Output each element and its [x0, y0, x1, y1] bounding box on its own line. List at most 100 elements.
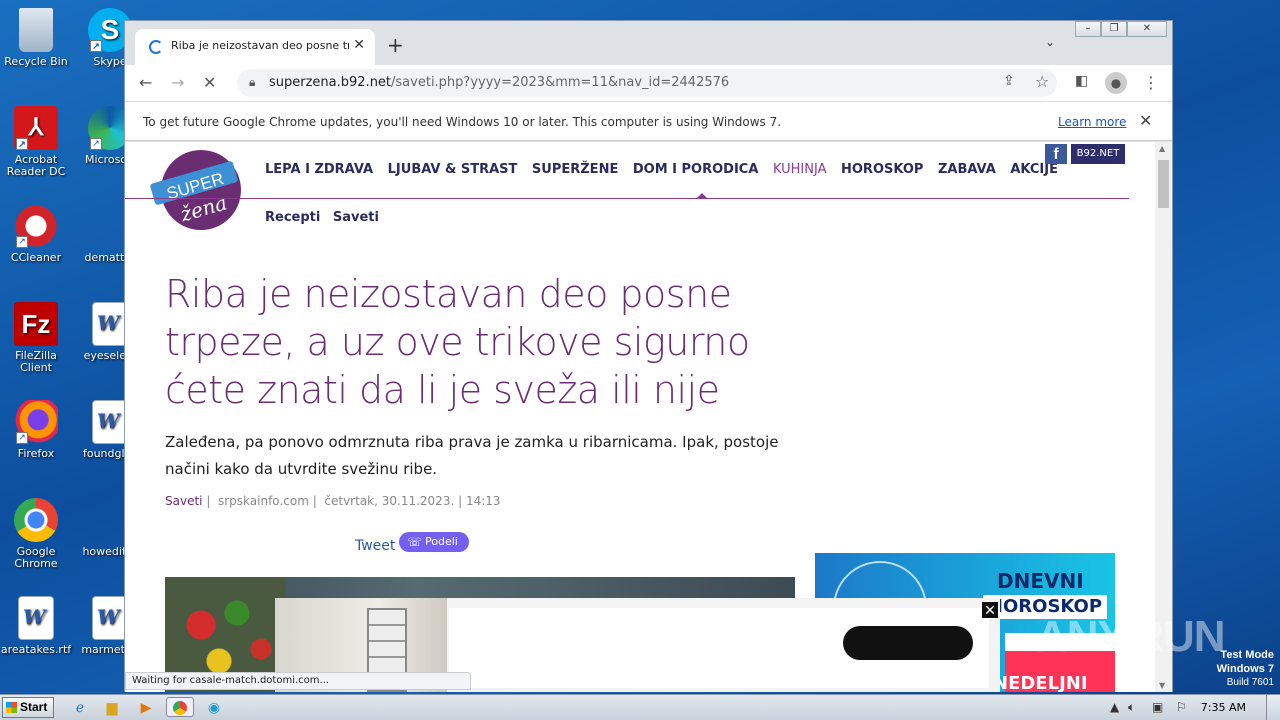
desktop-icon-recycle-bin[interactable]: Recycle Bin: [0, 8, 72, 68]
filezilla-icon: Fz: [14, 302, 58, 346]
restore-button[interactable]: ❐: [1101, 21, 1127, 37]
desktop-icon-acrobat[interactable]: ⅄ ↗ Acrobat Reader DC: [0, 106, 72, 178]
superzena-logo[interactable]: SUPER žena: [149, 146, 245, 230]
infobar-close-icon[interactable]: ✕: [1139, 111, 1152, 130]
tab-search-chevron-icon[interactable]: ⌄: [1045, 35, 1055, 49]
word-document-icon: [92, 400, 128, 444]
acrobat-icon: ⅄ ↗: [14, 106, 58, 150]
nav-active-caret-icon: [697, 193, 707, 198]
horoscope-line3: NEDELJNI: [993, 673, 1088, 692]
recycle-bin-icon: [19, 8, 53, 52]
scroll-down-icon[interactable]: ▼: [1159, 681, 1165, 690]
shortcut-arrow-icon: ↗: [16, 138, 28, 150]
address-bar[interactable]: 🔒︎ superzena.b92.net/saveti.php?yyyy=202…: [237, 69, 1057, 97]
desktop-icon-label: Acrobat Reader DC: [6, 153, 66, 178]
tab-strip: Riba je neizostavan deo posne trpeze ✕ +…: [125, 21, 1172, 65]
close-window-button[interactable]: ✕: [1127, 21, 1167, 37]
ad-close-icon[interactable]: ✕: [981, 601, 999, 619]
taskbar-clock[interactable]: 7:35 AM: [1201, 701, 1246, 714]
ie-icon[interactable]: ℯ: [70, 698, 90, 718]
lock-icon[interactable]: 🔒︎: [249, 75, 255, 90]
start-button[interactable]: Start: [2, 697, 54, 718]
desktop-icon-chrome[interactable]: Google Chrome: [0, 498, 72, 570]
tray-expand-icon[interactable]: ▲: [1110, 700, 1119, 714]
loading-spinner-icon: [149, 40, 163, 54]
windows-test-mode-notice: Test Mode Windows 7 Build 7601: [1217, 648, 1274, 690]
subnav-item-recepti[interactable]: Recepti: [265, 210, 320, 225]
ccleaner-icon: ↗: [14, 204, 58, 248]
share-icon[interactable]: ⇪: [1003, 73, 1015, 89]
subnav-item-saveti[interactable]: Saveti: [333, 210, 379, 225]
desktop-icon-areatakes[interactable]: areatakes.rtf: [0, 596, 72, 656]
horoscope-line1: DNEVNI: [997, 569, 1084, 593]
shortcut-arrow-icon: ↗: [90, 40, 102, 52]
viber-share-button[interactable]: Podeli: [399, 532, 469, 552]
test-mode-text: Test Mode: [1220, 649, 1274, 661]
page-scrollbar[interactable]: ▲ ▼: [1155, 142, 1172, 692]
nav-item-lepa-i-zdrava[interactable]: LEPA I ZDRAVA: [265, 162, 373, 177]
profile-avatar-icon[interactable]: ●: [1105, 72, 1127, 94]
article-category-link[interactable]: Saveti: [165, 494, 203, 508]
url-host: superzena.b92.net: [269, 75, 392, 90]
desktop-icon-filezilla[interactable]: Fz FileZilla Client: [0, 302, 72, 374]
nav-item-superzene[interactable]: SUPERŽENE: [532, 162, 618, 177]
network-icon[interactable]: ▣: [1152, 700, 1163, 714]
tab-active[interactable]: Riba je neizostavan deo posne trpeze ✕: [135, 29, 375, 65]
show-desktop-button[interactable]: [1266, 695, 1280, 720]
volume-icon[interactable]: 🔈︎: [1128, 700, 1135, 715]
word-document-icon: [92, 596, 128, 640]
learn-more-link[interactable]: Learn more: [1058, 115, 1126, 129]
ad-cta-button[interactable]: [843, 626, 973, 660]
forward-icon[interactable]: →: [171, 73, 184, 92]
stop-icon[interactable]: ✕: [203, 73, 216, 92]
tab-title: Riba je neizostavan deo posne trpeze: [171, 39, 349, 52]
b92-link[interactable]: B92.NET: [1071, 144, 1125, 164]
menu-kebab-icon[interactable]: ⋮: [1143, 73, 1159, 92]
minimize-button[interactable]: –: [1075, 21, 1101, 37]
nav-item-zabava[interactable]: ZABAVA: [938, 162, 996, 177]
chrome-taskbar-icon[interactable]: [166, 697, 194, 717]
explorer-folder-icon[interactable]: ▆: [102, 698, 122, 718]
edge-taskbar-icon[interactable]: ◉: [204, 698, 224, 718]
word-document-icon: [18, 596, 54, 640]
facebook-icon[interactable]: f: [1045, 144, 1067, 164]
shortcut-arrow-icon: ↗: [90, 138, 102, 150]
desktop-icon-label: CCleaner: [10, 251, 62, 264]
desktop-icon-ccleaner[interactable]: ↗ CCleaner: [0, 204, 72, 264]
nav-item-kuhinja[interactable]: KUHINJA: [773, 162, 827, 177]
url-text[interactable]: superzena.b92.net/saveti.php?yyyy=2023&m…: [269, 75, 729, 90]
nav-item-horoskop[interactable]: HOROSKOP: [841, 162, 923, 177]
nav-item-ljubav-strast[interactable]: LJUBAV & STRAST: [388, 162, 518, 177]
nav-divider: [125, 198, 1129, 199]
article-source: srpskainfo.com: [218, 494, 309, 508]
side-panel-icon[interactable]: ◧: [1075, 73, 1088, 89]
media-player-icon[interactable]: ▶: [136, 698, 156, 718]
tab-close-icon[interactable]: ✕: [353, 37, 365, 53]
new-tab-button[interactable]: +: [387, 33, 404, 57]
back-icon[interactable]: ←: [139, 73, 152, 92]
url-path: /saveti.php?yyyy=2023&mm=11&nav_id=24425…: [391, 75, 730, 90]
infobar-text: To get future Google Chrome updates, you…: [143, 115, 782, 129]
logo-svg: SUPER žena: [150, 150, 241, 230]
nav-item-akcije[interactable]: AKCIJE: [1010, 162, 1058, 177]
scroll-up-icon[interactable]: ▲: [1159, 144, 1165, 153]
desktop-icon-firefox[interactable]: ↗ Firefox: [0, 400, 72, 460]
share-label: Podeli: [425, 535, 458, 548]
nav-item-dom-i-porodica[interactable]: DOM I PORODICA: [633, 162, 759, 177]
bookmark-star-icon[interactable]: ☆: [1035, 72, 1049, 91]
article-lead: Zaleđena, pa ponovo odmrznuta riba prava…: [165, 433, 779, 478]
anyrun-watermark: ANY.RUN: [1036, 612, 1226, 661]
taskbar: Start ℯ ▆ ▶ ◉ ▲ 🔈︎ ▣ ⚐ 7:35 AM: [0, 694, 1280, 720]
chrome-icon: [14, 498, 58, 542]
page-viewport: SUPER žena LEPA I ZDRAVA LJUBAV & STRAST…: [125, 142, 1155, 692]
tweet-link[interactable]: Tweet: [355, 538, 395, 554]
desktop-icon-label: FileZilla Client: [15, 349, 57, 374]
scrollbar-thumb[interactable]: [1158, 160, 1169, 208]
desktop-icon-label: Recycle Bin: [4, 55, 68, 68]
chrome-logo-icon: [173, 701, 187, 715]
chrome-window: Riba je neizostavan deo posne trpeze ✕ +…: [124, 20, 1173, 692]
article-meta: Saveti | srpskainfo.com | četvrtak, 30.1…: [165, 494, 501, 508]
firefox-icon: ↗: [14, 400, 58, 444]
browser-toolbar: ← → ✕ 🔒︎ superzena.b92.net/saveti.php?yy…: [125, 65, 1172, 101]
action-center-flag-icon[interactable]: ⚐: [1176, 700, 1187, 714]
